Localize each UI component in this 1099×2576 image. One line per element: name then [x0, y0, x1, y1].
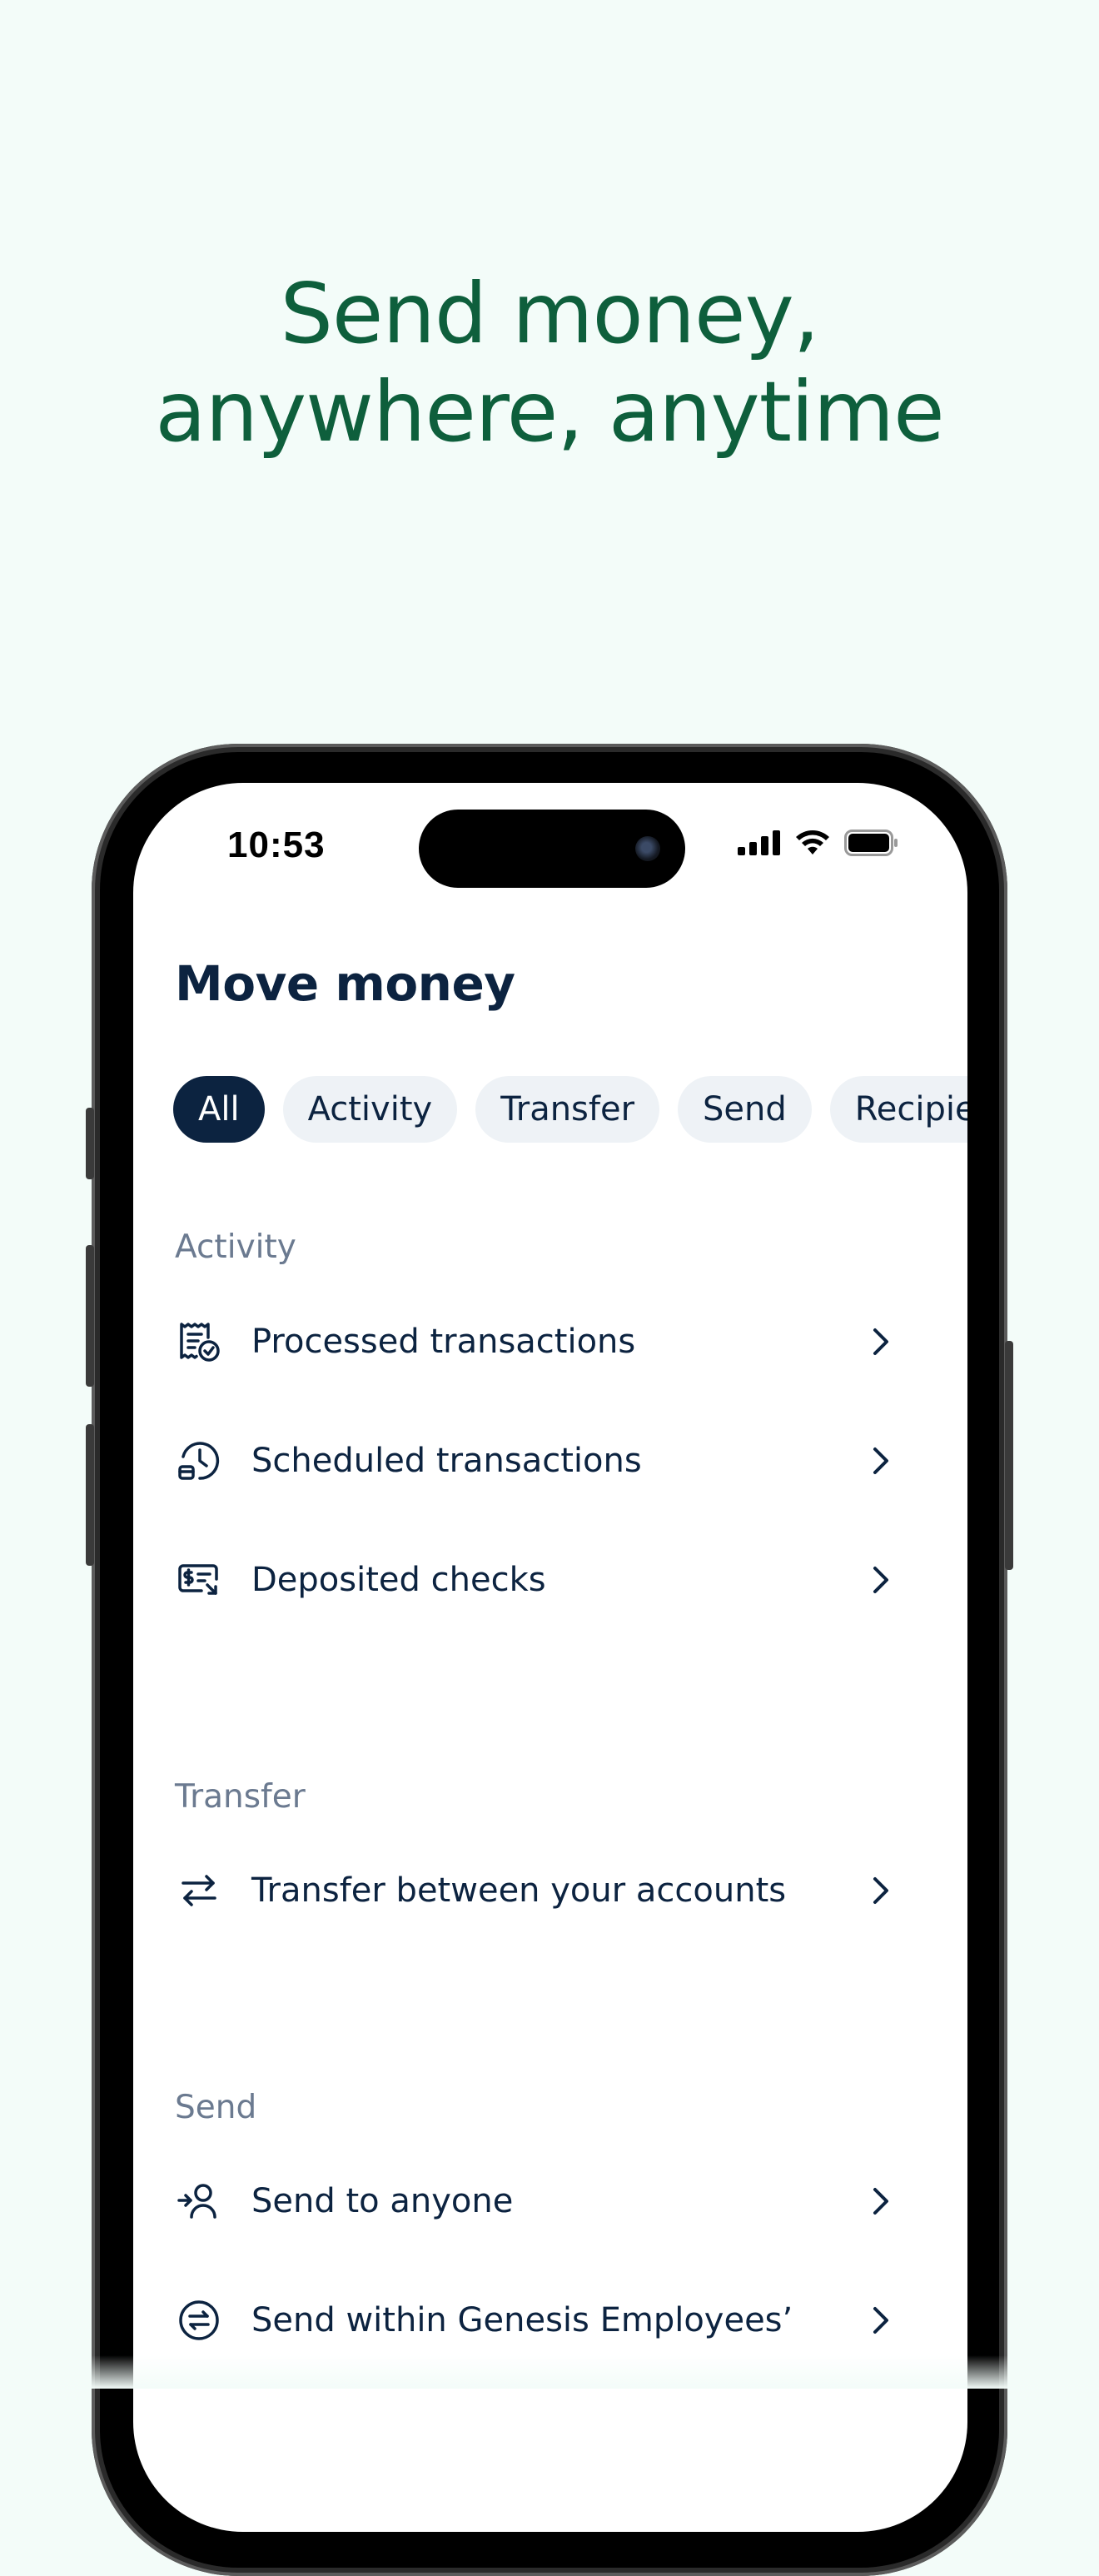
list-item-transfer-between-accounts[interactable]: Transfer between your accounts — [175, 1849, 899, 1932]
power-button — [1005, 1341, 1013, 1570]
volume-down-button — [86, 1424, 94, 1566]
promo-headline: Send money, anywhere, anytime — [0, 265, 1099, 461]
list-item-label: Scheduled transactions — [251, 1442, 642, 1480]
chip-transfer[interactable]: Transfer — [475, 1076, 660, 1143]
status-icons — [738, 830, 899, 859]
list-item-label: Send within Genesis Employees’ — [251, 2301, 793, 2339]
chevron-right-icon — [863, 2302, 899, 2339]
list-item-scheduled-transactions[interactable]: Scheduled transactions — [175, 1419, 899, 1502]
page-title: Move money — [175, 955, 515, 1012]
chip-recipients[interactable]: Recipien — [829, 1076, 967, 1143]
list-item-deposited-checks[interactable]: Deposited checks — [175, 1538, 899, 1622]
battery-icon — [844, 830, 899, 859]
list-item-send-to-anyone[interactable]: Send to anyone — [175, 2160, 899, 2243]
cellular-signal-icon — [738, 830, 781, 859]
list-item-label: Processed transactions — [251, 1323, 636, 1361]
volume-up-button — [86, 1245, 94, 1387]
chevron-right-icon — [863, 2183, 899, 2220]
section-label-activity: Activity — [175, 1228, 296, 1266]
phone-screen: 10:53 Move money All Activity Transfer S… — [133, 783, 967, 2532]
front-camera — [635, 836, 660, 861]
filter-chips: All Activity Transfer Send Recipien — [173, 1076, 967, 1143]
chevron-right-icon — [863, 1323, 899, 1360]
list-item-label: Transfer between your accounts — [251, 1871, 787, 1910]
chevron-right-icon — [863, 1442, 899, 1479]
list-item-label: Send to anyone — [251, 2182, 514, 2220]
bottom-fade — [0, 2355, 1099, 2389]
chevron-right-icon — [863, 1562, 899, 1598]
headline-line-1: Send money, — [280, 265, 819, 362]
wifi-icon — [794, 830, 831, 859]
receipt-check-icon — [175, 1318, 223, 1366]
chip-activity[interactable]: Activity — [282, 1076, 458, 1143]
transfer-arrows-icon — [175, 1866, 223, 1915]
section-label-send: Send — [175, 2089, 257, 2126]
send-to-person-icon — [175, 2177, 223, 2225]
chip-send[interactable]: Send — [678, 1076, 812, 1143]
list-item-label: Deposited checks — [251, 1561, 546, 1599]
section-label-transfer: Transfer — [175, 1778, 306, 1816]
dynamic-island — [419, 810, 685, 888]
list-item-processed-transactions[interactable]: Processed transactions — [175, 1300, 899, 1383]
exchange-circle-icon — [175, 2296, 223, 2344]
status-time: 10:53 — [227, 825, 326, 865]
clock-history-icon — [175, 1437, 223, 1485]
headline-line-2: anywhere, anytime — [155, 363, 944, 461]
chevron-right-icon — [863, 1872, 899, 1909]
check-deposit-icon — [175, 1556, 223, 1604]
chip-all[interactable]: All — [173, 1076, 265, 1143]
list-item-send-within-genesis[interactable]: Send within Genesis Employees’ — [175, 2279, 899, 2362]
action-button — [86, 1108, 94, 1179]
